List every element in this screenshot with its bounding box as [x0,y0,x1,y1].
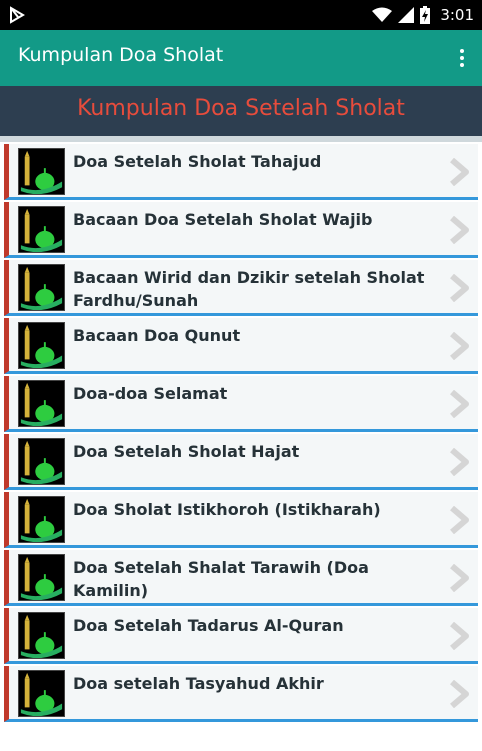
mosque-icon [18,264,65,311]
list-item[interactable]: Doa Setelah Sholat Tahajud [4,144,478,200]
doa-list: Doa Setelah Sholat Tahajud Bacaan Doa Se… [0,142,482,724]
section-header: Kumpulan Doa Setelah Sholat [0,86,482,142]
chevron-right-icon [450,622,469,650]
chevron-right-icon [450,506,469,534]
list-item-label: Doa Setelah Sholat Hajat [73,442,300,461]
overflow-menu-icon[interactable] [456,46,468,70]
chevron-right-icon [450,332,469,360]
mosque-icon [18,496,65,543]
list-item[interactable]: Bacaan Doa Qunut [4,318,478,374]
mosque-icon [18,148,65,195]
list-item-label: Doa Setelah Sholat Tahajud [73,152,322,171]
mosque-icon [18,206,65,253]
list-item-label: Bacaan Doa Setelah Sholat Wajib [73,210,373,229]
list-item[interactable]: Bacaan Wirid dan Dzikir setelah Sholat F… [4,260,478,316]
section-title: Kumpulan Doa Setelah Sholat [77,96,405,121]
chevron-right-icon [450,390,469,418]
list-item[interactable]: Doa Setelah Tadarus Al-Quran [4,608,478,664]
list-item[interactable]: Doa-doa Selamat [4,376,478,432]
list-item[interactable]: Doa Sholat Istikhoroh (Istikharah) [4,492,478,548]
list-item-label: Doa setelah Tasyahud Akhir [73,674,324,693]
mosque-icon [18,554,65,601]
list-item-label: Doa-doa Selamat [73,384,228,403]
battery-charging-icon [420,6,431,24]
play-store-icon [10,6,25,24]
mosque-icon [18,322,65,369]
mosque-icon [18,380,65,427]
chevron-right-icon [450,158,469,186]
app-title: Kumpulan Doa Sholat [18,44,224,66]
signal-icon [398,7,415,23]
wifi-icon [372,7,393,22]
chevron-right-icon [450,448,469,476]
mosque-icon [18,438,65,485]
chevron-right-icon [450,274,469,302]
chevron-right-icon [450,680,469,708]
list-item-label: Doa Setelah Tadarus Al-Quran [73,616,344,635]
list-item-label: Doa Sholat Istikhoroh (Istikharah) [73,500,381,519]
mosque-icon [18,670,65,717]
list-item-label: Bacaan Doa Qunut [73,326,241,345]
mosque-icon [18,612,65,659]
status-bar: 3:01 [0,0,482,30]
list-item-label: Doa Setelah Shalat Tarawih (Doa Kamilin) [73,558,369,600]
list-item[interactable]: Doa Setelah Sholat Hajat [4,434,478,490]
status-icons: 3:01 [372,0,474,30]
list-item[interactable]: Doa Setelah Shalat Tarawih (Doa Kamilin) [4,550,478,606]
list-item-label: Bacaan Wirid dan Dzikir setelah Sholat F… [73,268,425,310]
list-item[interactable]: Bacaan Doa Setelah Sholat Wajib [4,202,478,258]
chevron-right-icon [450,216,469,244]
list-item[interactable]: Doa setelah Tasyahud Akhir [4,666,478,722]
status-time: 3:01 [440,6,474,24]
chevron-right-icon [450,564,469,592]
app-bar: Kumpulan Doa Sholat [0,30,482,86]
